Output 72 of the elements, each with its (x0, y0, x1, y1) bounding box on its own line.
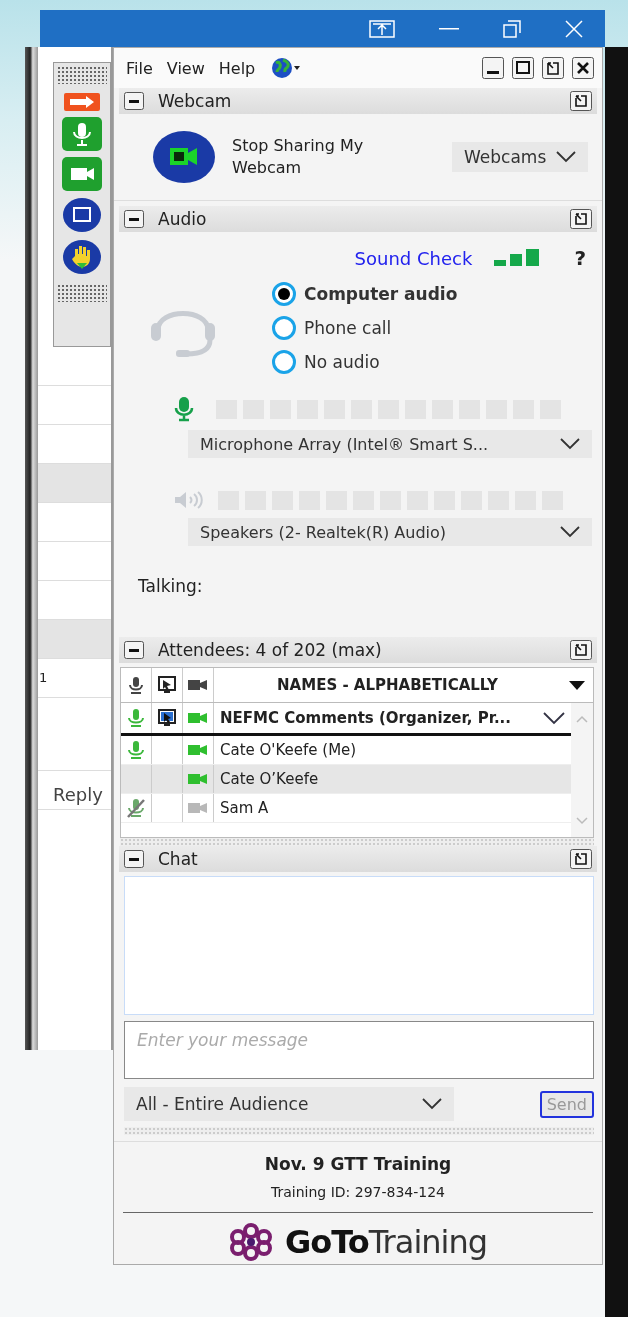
speaker-dropdown[interactable]: Speakers (2- Realtek(R) Audio) (188, 518, 592, 546)
resize-handle[interactable] (120, 838, 594, 846)
chevron-icon (560, 438, 580, 450)
audience-dropdown[interactable]: All - Entire Audience (124, 1087, 454, 1121)
message-field[interactable]: Enter your message (124, 1021, 594, 1079)
radio-button[interactable] (272, 316, 296, 340)
radio-button[interactable] (272, 282, 296, 306)
menu-item[interactable]: File (126, 58, 153, 78)
section-title: Attendees: 4 of 202 (max) (158, 640, 383, 660)
help-button[interactable]: ? (574, 246, 586, 270)
session-title: Nov. 9 GTT Training (264, 1154, 452, 1174)
collapse-icon[interactable] (124, 850, 144, 868)
popout-icon[interactable] (570, 91, 592, 111)
radio-label: Computer audio (304, 284, 458, 304)
popout-icon[interactable] (570, 640, 592, 660)
minimize-icon[interactable] (482, 57, 504, 79)
popout-icon[interactable] (570, 209, 592, 229)
maximize-icon[interactable] (512, 57, 534, 79)
microphone-column-icon (128, 676, 144, 694)
radio-label: Phone call (304, 318, 392, 338)
logo-wordmark: GoToTraining (284, 1223, 488, 1261)
attendee-name: NEFMC Comments (Organizer, Pr... (220, 709, 511, 727)
section-title: Webcam (158, 91, 233, 111)
screen-button-icon[interactable] (62, 197, 102, 233)
collapse-icon[interactable] (124, 641, 144, 659)
collapse-icon[interactable] (124, 210, 144, 228)
webcam-button-icon[interactable] (152, 130, 216, 184)
screen-column-icon (158, 676, 176, 694)
attendee-row[interactable]: Cate O'Keefe (Me) (121, 736, 571, 765)
training-id: Training ID: 297-834-124 (270, 1184, 445, 1200)
globe-icon[interactable] (271, 57, 302, 79)
attendee-name: Cate O'Keefe (Me) (220, 741, 357, 759)
chevron-icon (556, 151, 576, 163)
arrow-button-icon[interactable] (64, 93, 100, 111)
webcams-dropdown[interactable]: Webcams (452, 142, 588, 172)
resize-handle[interactable] (124, 1127, 594, 1135)
talking-label: Talking: (138, 576, 204, 596)
caret-icon[interactable] (569, 680, 585, 690)
section-title: Audio (158, 209, 208, 229)
grip-handle[interactable] (57, 66, 107, 84)
share-screen-icon[interactable] (369, 19, 395, 38)
radio-button[interactable] (272, 350, 296, 374)
microphone-dropdown[interactable]: Microphone Array (Intel® Smart S... (188, 430, 592, 458)
grip-handle[interactable] (57, 284, 107, 302)
chevron-icon (422, 1098, 442, 1110)
menu-item[interactable]: Help (218, 58, 256, 78)
section-title: Chat (158, 849, 199, 869)
sound-check-link[interactable]: Sound Check (354, 247, 473, 269)
speaker-icon (174, 490, 204, 510)
attendee-row[interactable]: NEFMC Comments (Organizer, Pr... (121, 703, 571, 736)
raise-hand-button-icon[interactable] (62, 239, 102, 275)
signal-bars-icon (494, 249, 541, 267)
microphone-button-icon[interactable] (62, 117, 102, 151)
attendee-row[interactable]: Sam A (121, 794, 571, 823)
chevron-icon (560, 526, 580, 538)
camera-button-icon[interactable] (62, 157, 102, 191)
chevron-icon[interactable] (543, 711, 565, 725)
attendee-row[interactable]: Cate O’Keefe (121, 765, 571, 794)
microphone-icon (174, 396, 194, 422)
restore-icon[interactable] (542, 57, 564, 79)
radio-label: No audio (304, 352, 380, 372)
menu-item[interactable]: View (166, 58, 205, 78)
flower-logo-icon (228, 1223, 273, 1261)
camera-column-icon (188, 679, 208, 691)
stop-sharing-label[interactable]: Stop Sharing My Webcam (232, 135, 402, 179)
popout-icon[interactable] (570, 849, 592, 869)
close-icon[interactable] (572, 57, 594, 79)
cut-text: 1 (38, 670, 48, 685)
collapse-icon[interactable] (124, 92, 144, 110)
attendee-name: Cate O’Keefe (220, 770, 319, 788)
reply-link[interactable]: Reply (38, 784, 103, 805)
attendee-name: Sam A (220, 799, 269, 817)
